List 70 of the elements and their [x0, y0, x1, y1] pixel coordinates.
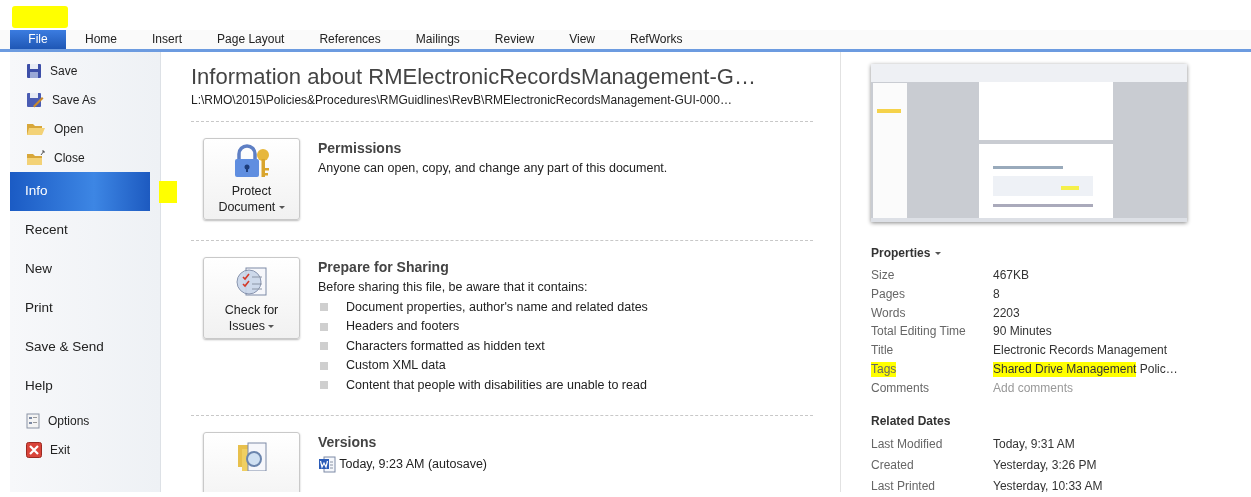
property-value: Electronic Records Management — [993, 342, 1168, 360]
list-item: Custom XML data — [346, 357, 446, 375]
bullet-icon — [320, 322, 328, 331]
date-label: Created — [871, 456, 915, 474]
date-value: Yesterday, 3:26 PM — [993, 456, 1097, 474]
property-label: Words — [871, 304, 907, 322]
property-label: Title — [871, 342, 895, 360]
section-title: Permissions — [318, 139, 403, 159]
sidebar-item[interactable]: Save — [10, 56, 150, 85]
dropdown-button[interactable] — [203, 432, 300, 492]
sidebar-item[interactable]: Info — [10, 172, 150, 211]
section-title: Prepare for Sharing — [318, 258, 450, 278]
sidebar-item[interactable]: New — [10, 250, 150, 289]
file-path: L:\RMO\2015\Policies&Procedures\RMGuidlines\RevB\RMElectronicRecordsManagement-GUI-000… — [191, 92, 733, 110]
list-item: Content that people with disabilities are unable to read — [346, 376, 647, 394]
property-value: 2203 — [993, 304, 1020, 322]
document-title: Information about RMElectronicRecordsManagement-G… — [191, 64, 757, 91]
list-item: Headers and footers — [346, 318, 460, 336]
dropdown-button[interactable]: Protect Document — [203, 138, 300, 221]
date-label: Last Printed — [871, 477, 937, 492]
ribbon-tab[interactable]: View — [553, 30, 611, 49]
ribbon-tab[interactable]: References — [303, 30, 397, 49]
property-label: Total Editing Time — [871, 323, 967, 341]
sidebar-item[interactable]: Exit — [10, 435, 150, 464]
folder-icon — [26, 149, 46, 166]
sidebar-item[interactable]: Help — [10, 367, 150, 406]
section-heading: Related Dates — [871, 412, 952, 430]
sidebar-item[interactable]: Options — [10, 406, 150, 435]
property-value: 90 Minutes — [993, 323, 1052, 341]
caret-icon — [268, 325, 275, 329]
sidebar-item[interactable]: Recent — [10, 211, 150, 250]
sidebar-item[interactable]: Close — [10, 143, 150, 172]
ribbon-tab[interactable]: Review — [478, 30, 551, 49]
property-value: 8 — [993, 285, 1000, 303]
close-icon — [26, 441, 42, 458]
ribbon-tab[interactable]: Insert — [136, 30, 199, 49]
property-label: Pages — [871, 285, 907, 303]
list-item: Document properties, author's name and related dates — [346, 298, 648, 316]
property-label: Comments — [871, 379, 930, 397]
sidebar-item[interactable]: Save & Send — [10, 328, 150, 367]
ribbon-tab[interactable]: Mailings — [399, 30, 476, 49]
date-value: Yesterday, 10:33 AM — [993, 477, 1103, 492]
property-label: Size — [871, 267, 896, 284]
section-title: Versions — [318, 433, 378, 453]
dropdown-button[interactable]: Check for Issues — [203, 257, 300, 340]
sidebar-item[interactable]: Print — [10, 289, 150, 328]
floppy-pencil-icon — [26, 91, 44, 108]
version-link[interactable]: Today, 9:23 AM (autosave) — [339, 455, 488, 474]
property-value: 467KB — [993, 267, 1030, 284]
caret-icon — [935, 251, 942, 255]
ribbon-tab[interactable]: Home — [69, 30, 133, 49]
date-label: Last Modified — [871, 435, 944, 453]
property-label: Tags — [871, 360, 898, 379]
ribbon-tab[interactable]: Page Layout — [201, 30, 301, 49]
bullet-icon — [320, 302, 328, 311]
section-description: Anyone can open, copy, and change any part of this document. — [318, 160, 668, 178]
section-description: Before sharing this file, be aware that it contains: — [318, 279, 589, 297]
ribbon-tab[interactable]: RefWorks — [613, 30, 699, 49]
date-value: Today, 9:31 AM — [993, 435, 1075, 453]
word-document-icon — [318, 456, 336, 473]
sidebar-item[interactable]: Save As — [10, 85, 150, 114]
properties-dropdown[interactable]: Properties — [871, 244, 931, 262]
ribbon-tab[interactable]: File — [10, 30, 66, 49]
bullet-icon — [320, 381, 328, 390]
caret-icon — [278, 206, 285, 210]
bullet-icon — [320, 361, 328, 370]
bullet-icon — [320, 342, 328, 351]
document-icon — [26, 412, 40, 429]
list-item: Characters formatted as hidden text — [346, 337, 545, 355]
sidebar-item[interactable]: Open — [10, 114, 150, 143]
